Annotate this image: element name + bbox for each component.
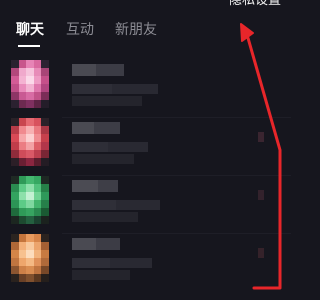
message-preview-blurred bbox=[72, 212, 138, 222]
contact-name-blurred bbox=[72, 180, 98, 192]
message-preview-blurred bbox=[72, 154, 134, 164]
tab-chat[interactable]: 聊天 bbox=[16, 18, 44, 42]
avatar bbox=[11, 60, 49, 108]
message-preview-blurred bbox=[112, 84, 158, 94]
message-preview-blurred bbox=[72, 96, 142, 106]
chat-list-item[interactable] bbox=[0, 118, 291, 176]
chat-list-item[interactable] bbox=[0, 60, 291, 118]
message-preview-blurred bbox=[116, 200, 160, 210]
message-preview-blurred bbox=[72, 258, 110, 268]
message-preview-blurred bbox=[72, 142, 108, 152]
contact-name-blurred bbox=[96, 238, 120, 250]
chat-list-item[interactable] bbox=[0, 176, 291, 234]
contact-name-blurred bbox=[72, 122, 94, 134]
unread-indicator-blurred bbox=[258, 190, 264, 200]
message-preview-blurred bbox=[72, 200, 116, 210]
privacy-settings-button[interactable]: 隐私设置 bbox=[224, 0, 286, 11]
avatar bbox=[11, 234, 49, 282]
message-preview-blurred bbox=[110, 258, 152, 268]
contact-name-blurred bbox=[72, 238, 96, 250]
tab-new-friends[interactable]: 新朋友 bbox=[115, 18, 157, 42]
messages-screen: 隐私设置 聊天 互动 新朋友 bbox=[0, 0, 291, 300]
avatar bbox=[11, 118, 49, 166]
message-preview-blurred bbox=[108, 142, 148, 152]
contact-name-blurred bbox=[72, 64, 96, 76]
annotation-arrow-head bbox=[240, 23, 254, 42]
contact-name-blurred bbox=[94, 122, 120, 134]
contact-name-blurred bbox=[98, 180, 118, 192]
contact-name-blurred bbox=[96, 64, 124, 76]
unread-indicator-blurred bbox=[258, 248, 264, 258]
avatar bbox=[11, 176, 49, 224]
active-tab-indicator bbox=[18, 45, 40, 47]
message-tabs: 聊天 互动 新朋友 bbox=[0, 18, 210, 47]
message-preview-blurred bbox=[72, 84, 112, 94]
chat-list-item[interactable] bbox=[0, 234, 291, 292]
tab-interactions[interactable]: 互动 bbox=[66, 18, 94, 42]
unread-indicator-blurred bbox=[258, 132, 264, 142]
message-preview-blurred bbox=[72, 270, 130, 280]
